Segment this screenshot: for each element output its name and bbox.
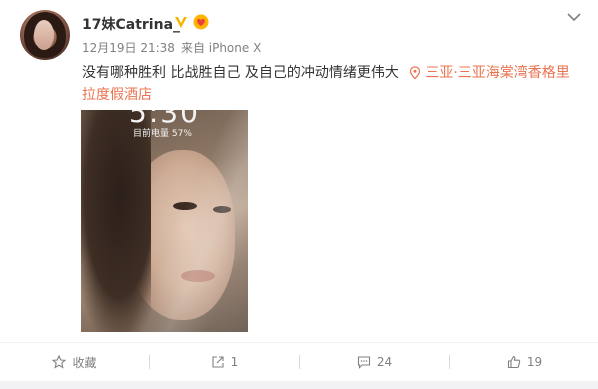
like-count: 19 [526, 355, 543, 369]
photo-veil [81, 110, 248, 332]
comment-button[interactable]: 24 [300, 343, 449, 381]
avatar-face [34, 20, 54, 50]
heart-badge-icon[interactable] [193, 14, 209, 30]
post-body: 没有哪种胜利 比战胜自己 及自己的冲动情绪更伟大 [82, 65, 399, 81]
like-button[interactable]: 19 [450, 343, 598, 381]
comment-count: 24 [376, 355, 393, 369]
action-bar: 收藏 1 24 19 [0, 342, 598, 381]
avatar[interactable] [20, 10, 70, 60]
post-text: 没有哪种胜利 比战胜自己 及自己的冲动情绪更伟大 三亚·三亚海棠湾香格里拉度假酒… [82, 62, 582, 106]
location-pin-icon [410, 66, 421, 79]
lockscreen-battery: 目前电量 57% [133, 129, 192, 139]
bottom-separator [0, 381, 598, 389]
thumbs-up-icon [507, 355, 521, 369]
post-source[interactable]: 来自 iPhone X [181, 41, 261, 55]
post-time[interactable]: 12月19日 21:38 [82, 41, 175, 55]
favorite-button[interactable]: 收藏 [0, 343, 149, 381]
repost-button[interactable]: 1 [150, 343, 299, 381]
location-line1: 三亚·三亚海棠湾香格里 [425, 65, 570, 81]
chevron-down-icon[interactable] [566, 11, 582, 23]
location-line2: 拉度假酒店 [82, 87, 152, 103]
weibo-post-card: 17妹Catrina_ 12月19日 21:38 来自 iPhone X 没有哪种… [0, 0, 598, 389]
post-meta: 12月19日 21:38 来自 iPhone X [82, 39, 267, 56]
username[interactable]: 17妹Catrina_ [82, 14, 180, 34]
post-image[interactable]: 5:30 目前电量 57% [81, 110, 248, 332]
repost-icon [212, 356, 224, 368]
favorite-label: 收藏 [72, 355, 97, 370]
comment-icon [357, 356, 370, 369]
repost-count: 1 [230, 355, 239, 369]
verified-v-icon[interactable] [173, 14, 189, 30]
star-icon [52, 355, 67, 369]
